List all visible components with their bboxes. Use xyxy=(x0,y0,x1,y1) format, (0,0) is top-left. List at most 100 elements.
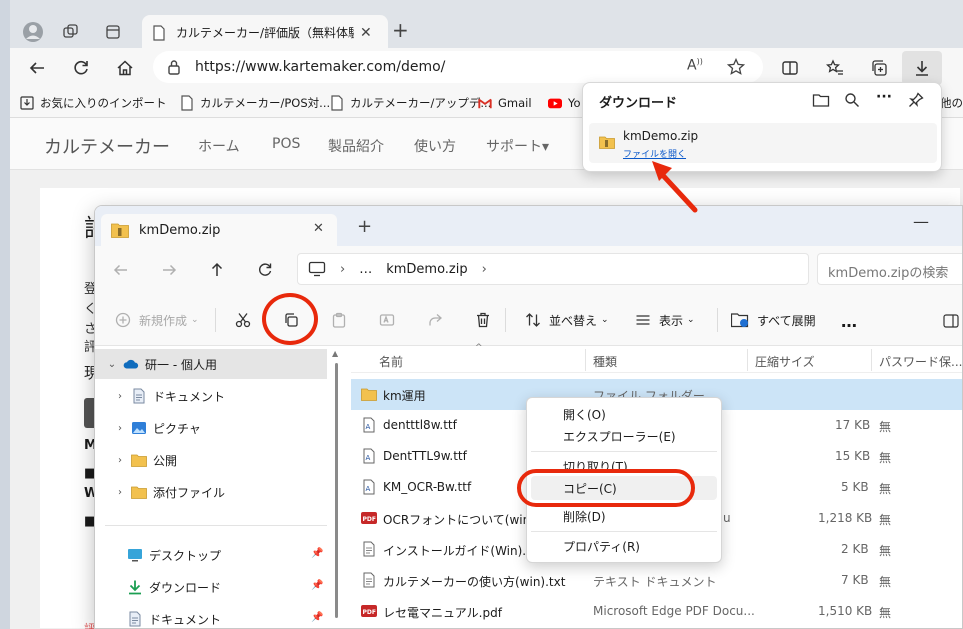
menu-item-properties[interactable]: プロパティ(R) xyxy=(531,534,717,558)
sidebar-item-desktop[interactable]: デスクトップ 📌 xyxy=(127,540,327,570)
sidebar-item-onedrive[interactable]: ⌄ 研一 - 個人用 xyxy=(95,349,327,379)
fav-youtube[interactable]: Yo xyxy=(548,94,581,112)
file-password: 無 xyxy=(879,420,892,434)
file-row-receden-pdf[interactable]: PDF レセ電マニュアル.pdf Microsoft Edge PDF Docu… xyxy=(351,596,962,627)
workspaces-icon[interactable] xyxy=(56,17,86,47)
refresh-icon[interactable] xyxy=(257,262,273,278)
delete-icon[interactable] xyxy=(475,312,491,328)
new-tab-icon[interactable]: + xyxy=(392,18,409,42)
collections-icon[interactable] xyxy=(864,53,894,83)
paste-icon[interactable] xyxy=(331,312,347,328)
tab-close-icon[interactable]: ✕ xyxy=(313,221,324,236)
desktop-icon xyxy=(128,549,142,562)
back-arrow-icon[interactable] xyxy=(22,53,52,83)
search-input[interactable]: kmDemo.zipの検索 xyxy=(817,253,962,285)
tab-actions-icon[interactable] xyxy=(98,17,128,47)
zip-folder-icon xyxy=(111,223,129,238)
col-type[interactable]: 種類 xyxy=(593,353,617,370)
sidebar-item-public[interactable]: › 公開 xyxy=(109,445,341,475)
nav-support[interactable]: サポート▾ xyxy=(486,136,549,156)
extract-folder-icon xyxy=(731,313,749,328)
file-name: インストールガイド(Win).txt xyxy=(383,544,543,558)
downloads-button[interactable] xyxy=(902,51,942,85)
pdf-icon: PDF xyxy=(361,605,377,617)
nav-home[interactable]: ホーム xyxy=(198,136,240,156)
scroll-up-icon[interactable]: ▲ xyxy=(332,349,338,358)
address-bar[interactable]: https://www.kartemaker.com/demo/ A)) xyxy=(153,51,763,83)
youtube-icon xyxy=(548,98,562,109)
menu-item-open[interactable]: 開く(O) xyxy=(531,402,717,426)
file-size: 1,510 KB xyxy=(818,604,873,618)
browser-tab-active[interactable]: カルテメーカー/評価版（無料体験版 ✕ xyxy=(142,15,388,50)
pin-icon[interactable]: 📌 xyxy=(311,548,323,559)
file-type: Microsoft Edge PDF Docu... xyxy=(593,604,755,618)
favorite-star-icon[interactable] xyxy=(727,58,745,76)
fav-pos[interactable]: カルテメーカー/POS対... xyxy=(180,94,330,112)
svg-text:PDF: PDF xyxy=(363,609,376,616)
file-size: 5 KB xyxy=(841,480,869,494)
view-button[interactable]: 表示 ⌄ xyxy=(635,308,695,332)
file-name: dentttl8w.ttf xyxy=(383,418,457,432)
share-icon[interactable] xyxy=(427,312,443,328)
sort-button[interactable]: 並べ替え ⌄ xyxy=(525,308,609,332)
sidebar-item-pictures[interactable]: › ピクチャ xyxy=(109,413,341,443)
col-compressed-size[interactable]: 圧縮サイズ xyxy=(755,353,815,370)
read-aloud-icon[interactable]: A)) xyxy=(687,57,703,74)
forward-arrow-icon[interactable] xyxy=(161,262,177,278)
breadcrumb-ellipsis[interactable]: … xyxy=(359,262,372,277)
refresh-icon[interactable] xyxy=(66,53,96,83)
back-arrow-icon[interactable] xyxy=(113,262,129,278)
search-icon[interactable] xyxy=(844,92,860,108)
new-button[interactable]: 新規作成 ⌄ xyxy=(115,308,199,332)
favorites-icon[interactable] xyxy=(820,53,850,83)
tab-close-icon[interactable]: ✕ xyxy=(360,25,372,41)
menu-item-delete[interactable]: 削除(D) xyxy=(531,504,717,528)
minimize-icon[interactable]: — xyxy=(913,212,929,231)
fav-gmail[interactable]: Gmail xyxy=(478,94,532,112)
nav-products[interactable]: 製品紹介 xyxy=(328,136,384,156)
breadcrumb-current[interactable]: kmDemo.zip xyxy=(386,262,467,277)
rename-icon[interactable] xyxy=(379,312,395,328)
cut-icon[interactable] xyxy=(235,312,251,328)
menu-item-explorer[interactable]: エクスプローラー(E) xyxy=(531,424,717,448)
pin-icon[interactable]: 📌 xyxy=(311,612,323,623)
new-tab-icon[interactable]: + xyxy=(357,216,372,237)
sidebar-item-documents[interactable]: › ドキュメント xyxy=(109,381,341,411)
site-brand[interactable]: カルテメーカー xyxy=(44,133,170,159)
profile-avatar-icon[interactable] xyxy=(18,17,48,47)
download-arrow-icon xyxy=(916,61,928,76)
sidebar-item-attachments[interactable]: › 添付ファイル xyxy=(109,477,341,507)
more-options-icon[interactable]: … xyxy=(841,312,857,331)
open-folder-icon[interactable] xyxy=(812,92,830,108)
file-type: テキスト ドキュメント xyxy=(593,575,717,589)
breadcrumb[interactable]: › … kmDemo.zip › xyxy=(297,253,809,285)
plus-circle-icon xyxy=(115,312,131,328)
explorer-tab-active[interactable]: kmDemo.zip ✕ xyxy=(101,214,337,246)
fav-other[interactable]: 他の xyxy=(940,94,963,112)
expand-all-button[interactable]: すべて展開 xyxy=(731,308,816,332)
split-screen-icon[interactable] xyxy=(775,53,805,83)
sidebar-scrollbar[interactable]: ▲ xyxy=(331,347,341,628)
file-row-howto-txt[interactable]: カルテメーカーの使い方(win).txt テキスト ドキュメント 7 KB 無 xyxy=(351,565,962,596)
pin-icon[interactable]: 📌 xyxy=(311,580,323,591)
home-icon[interactable] xyxy=(110,53,140,83)
scrollbar-thumb[interactable] xyxy=(335,363,338,618)
fav-update[interactable]: カルテメーカー/アップデ... xyxy=(330,94,491,112)
up-arrow-icon[interactable] xyxy=(209,262,225,278)
sidebar-item-downloads[interactable]: ダウンロード 📌 xyxy=(127,572,327,602)
nav-pos[interactable]: POS xyxy=(272,136,300,152)
details-pane-icon[interactable] xyxy=(943,314,959,328)
sidebar-item-documents-pinned[interactable]: ドキュメント 📌 xyxy=(127,604,327,628)
col-name[interactable]: 名前 xyxy=(379,353,403,370)
downloads-title: ダウンロード xyxy=(599,96,678,111)
more-options-icon[interactable]: ··· xyxy=(876,89,892,105)
pin-icon[interactable] xyxy=(908,92,924,108)
col-password[interactable]: パスワード保... xyxy=(879,353,962,370)
nav-howto[interactable]: 使い方 xyxy=(414,136,456,156)
explorer-tab-title: kmDemo.zip xyxy=(139,222,221,238)
file-size: 2 KB xyxy=(841,542,869,556)
file-size: 7 KB xyxy=(841,573,869,587)
fav-import[interactable]: お気に入りのインポート xyxy=(20,94,167,112)
svg-text:A: A xyxy=(366,485,371,493)
folder-icon xyxy=(361,388,377,401)
